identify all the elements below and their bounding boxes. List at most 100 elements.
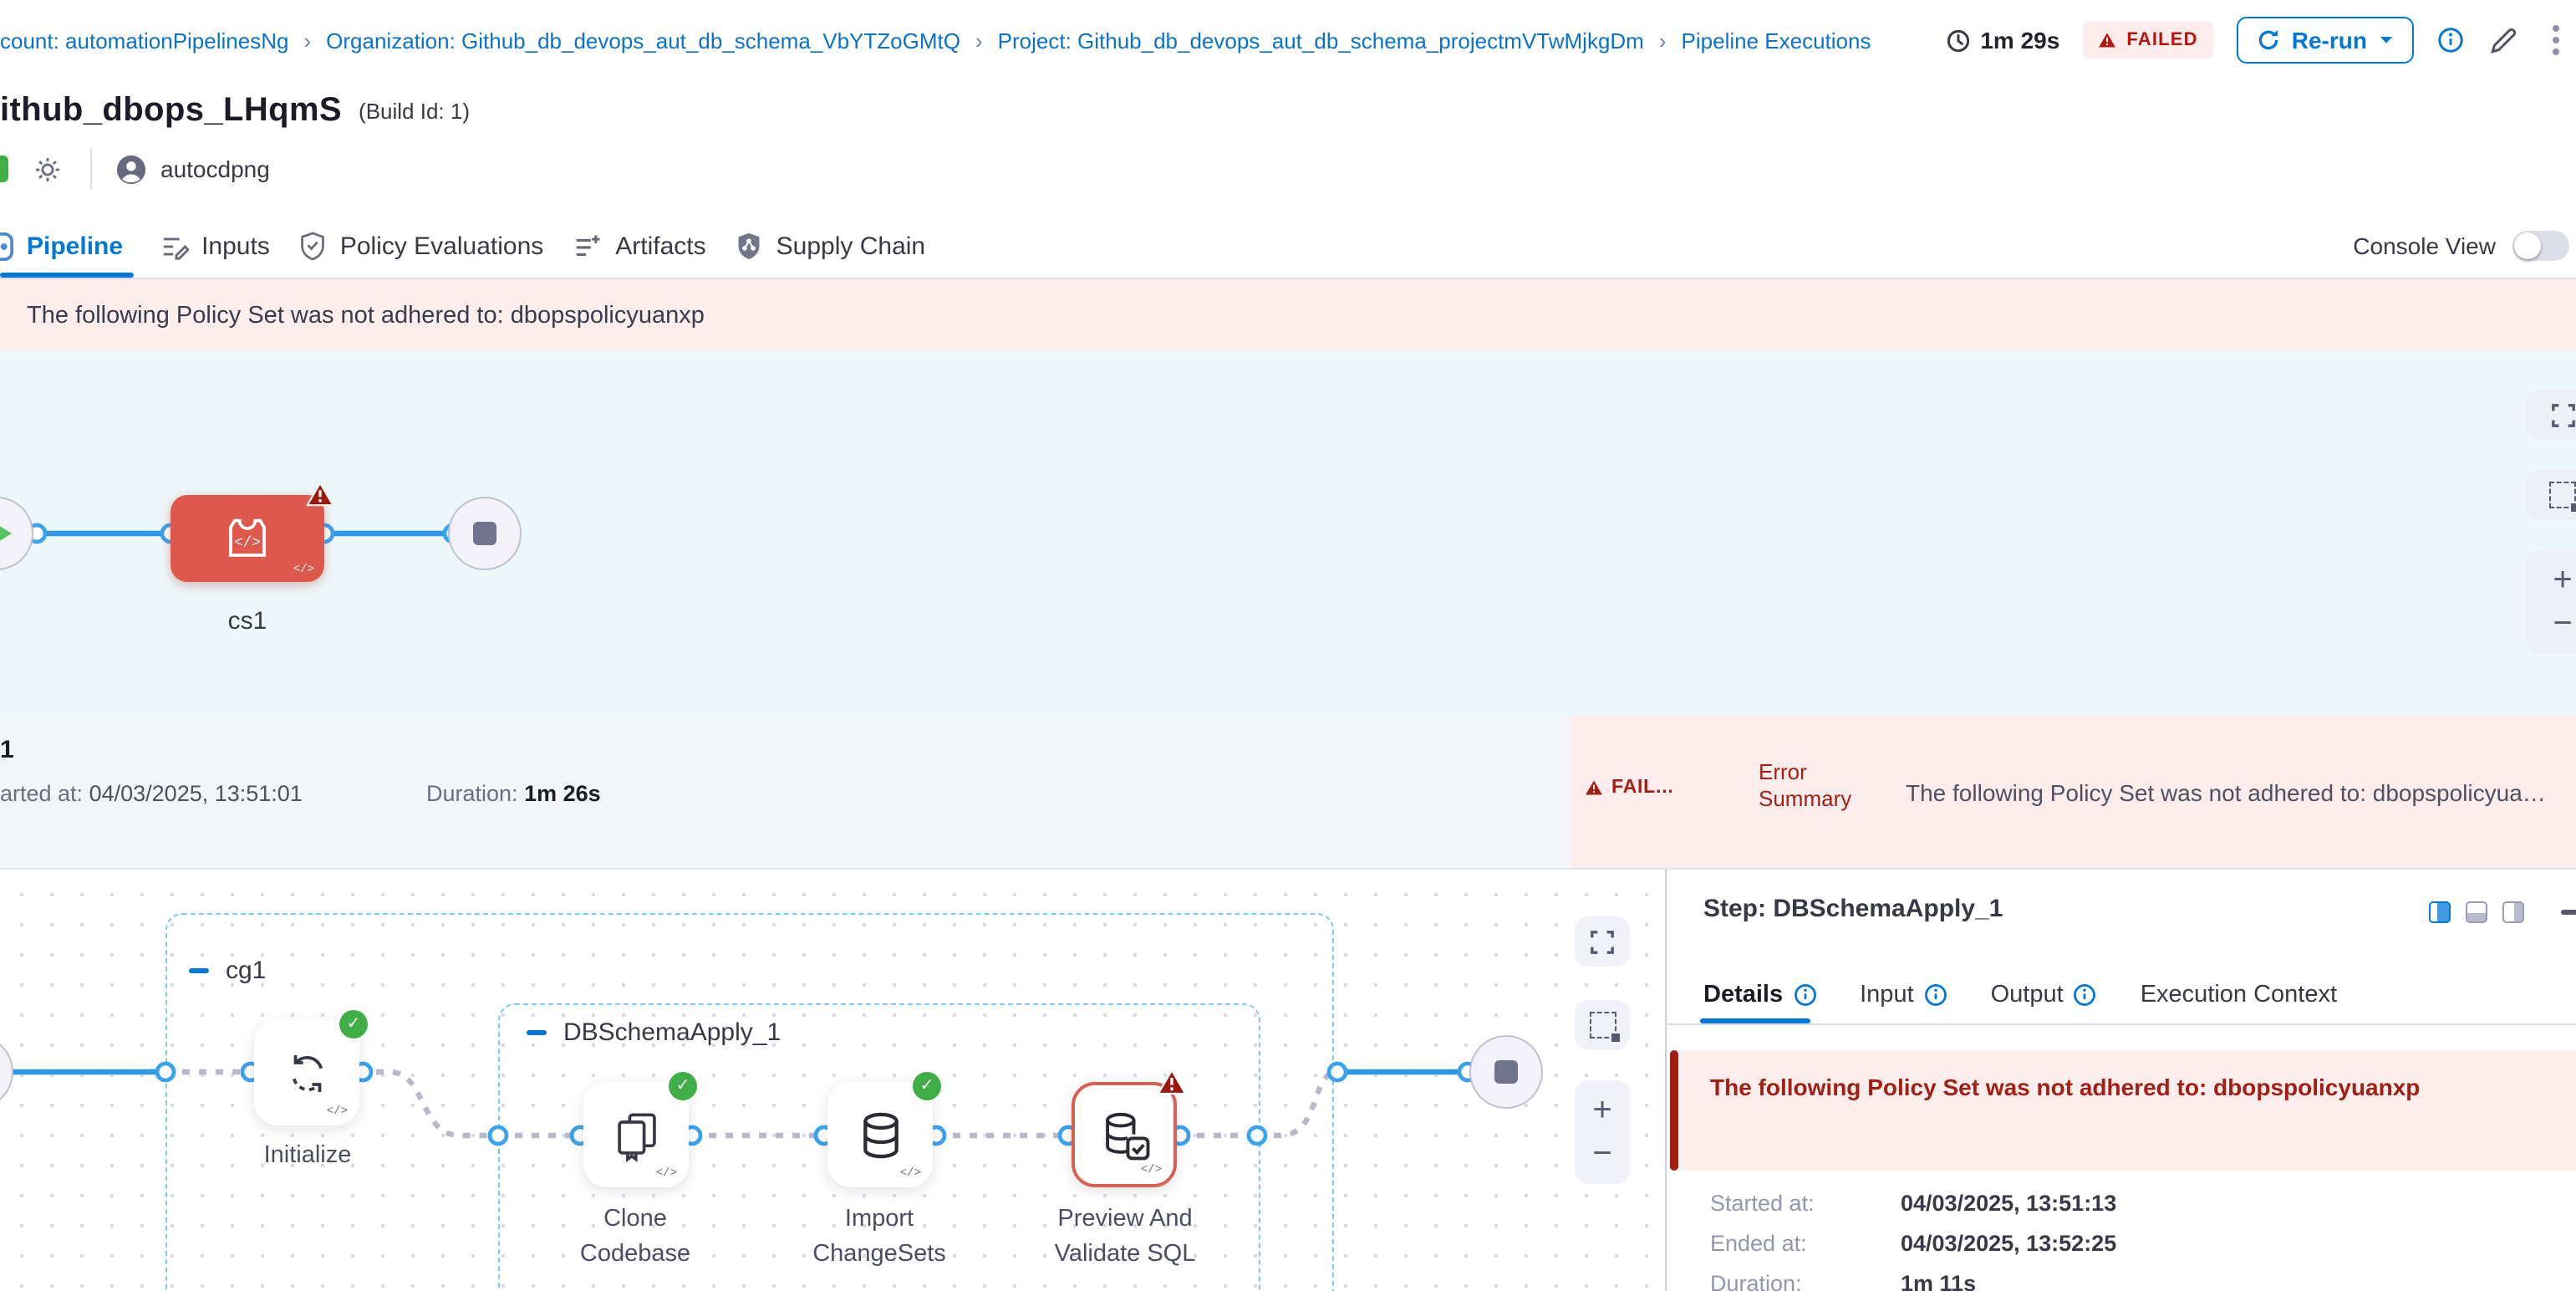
stage-node-cs1[interactable]: </> </> [171,495,324,582]
code-mark: </> [1141,1164,1162,1177]
branch-tag-cut [0,156,8,182]
tab-details-label: Details [1703,982,1783,1008]
status-badge: FAILED [2083,22,2212,59]
clock-icon [1945,28,1970,53]
svg-text:</>: </> [234,535,260,551]
breadcrumb-organization[interactable]: Organization: Github_db_devops_aut_db_sc… [326,28,960,53]
tab-input[interactable]: Input [1860,982,1947,1008]
chevron-down-icon [2379,35,2394,45]
tab-inputs[interactable]: Inputs [160,214,300,278]
build-id: (Build Id: 1) [359,98,470,123]
pipeline-meta-row: autocdpng [0,140,270,197]
refresh-icon [2257,28,2280,52]
divider [90,149,92,189]
stage-started-at: arted at: 04/03/2025, 13:51:01 [0,781,303,806]
tab-supply-chain[interactable]: Supply Chain [736,214,955,278]
marquee-icon [1589,1012,1616,1038]
fit-to-screen-button[interactable] [2526,390,2576,440]
tab-artifacts[interactable]: Artifacts [573,214,736,278]
step-node-import-changesets[interactable]: </> ✓ [827,1082,933,1187]
tab-input-label: Input [1860,982,1914,1008]
active-tab-underline [0,273,134,278]
database-check-icon [1096,1106,1153,1163]
stage-graph-canvas[interactable]: </> </> cs1 + − [0,351,2576,716]
success-check-icon: ✓ [669,1072,697,1100]
marquee-select-button[interactable] [1575,1000,1630,1050]
error-summary-message[interactable]: The following Policy Set was not adhered… [1906,779,2576,806]
info-icon[interactable] [2437,27,2464,54]
breadcrumb-project[interactable]: Project: Github_db_devops_aut_db_schema_… [998,28,1644,53]
console-view-toggle[interactable] [2512,231,2569,261]
code-mark: </> [293,564,314,577]
info-icon[interactable] [2074,983,2097,1007]
tab-policy-evaluations[interactable]: Policy Evaluations [300,214,573,278]
error-summary-label: Error Summary [1759,759,1866,813]
step-panel-tabs: Details Input Output Execution Context [1703,967,2576,1023]
execution-tabs-bar: Pipeline Inputs Policy Evaluations Artif… [0,214,2576,279]
clone-codebase-icon [609,1108,663,1161]
step-error-message: The following Policy Set was not adhered… [1710,1072,2556,1104]
stage-node-label: cs1 [171,607,324,635]
detail-row-ended: Ended at:04/03/2025, 13:52:25 [1710,1231,1807,1256]
step-node-clone-codebase[interactable]: </> ✓ [583,1082,689,1187]
rerun-button[interactable]: Re-run [2237,17,2414,64]
fail-badge: FAIL... [1585,778,1674,798]
step-label-initialize: Initialize [204,1139,411,1174]
trigger-username[interactable]: autocdpng [160,156,270,182]
policy-violation-banner: The following Policy Set was not adhered… [0,279,2576,351]
database-icon [853,1108,907,1161]
detail-row-duration: Duration:1m 11s [1710,1271,1802,1291]
zoom-controls[interactable]: + − [2526,550,2576,654]
zoom-in-button[interactable]: + [1592,1089,1611,1132]
step-label-import-changesets: ImportChangeSets [776,1202,983,1273]
tab-output[interactable]: Output [1991,982,2097,1008]
fail-badge-label: FAIL... [1611,778,1674,798]
layout-bottom-split-icon[interactable] [2466,901,2487,923]
breadcrumb-account[interactable]: count: automationPipelinesNg [0,28,288,53]
list-plus-icon [573,232,602,260]
marquee-icon [2549,482,2576,508]
layout-left-split-icon[interactable] [2429,901,2451,923]
fit-to-screen-button[interactable] [1575,916,1630,967]
divider [1667,1023,2576,1025]
code-mark: </> [327,1105,348,1119]
edit-pencil-icon[interactable] [2487,24,2519,56]
minimize-panel-icon[interactable] [2561,910,2576,914]
initialize-icon [282,1048,332,1098]
step-label-preview-validate-sql: Preview AndValidate SQL [1011,1202,1239,1273]
layout-right-split-icon[interactable] [2502,901,2524,923]
elapsed-value: 1m 29s [1980,27,2059,54]
tab-artifacts-label: Artifacts [615,232,705,260]
zoom-out-button[interactable]: − [2553,602,2572,646]
breadcrumb-pipeline-executions[interactable]: Pipeline Executions [1682,28,1871,53]
tab-supply-chain-label: Supply Chain [776,232,925,260]
zoom-controls[interactable]: + − [1575,1080,1630,1184]
success-check-icon: ✓ [339,1010,368,1038]
tab-pipeline[interactable]: Pipeline [0,214,160,278]
gear-icon[interactable] [32,153,64,185]
active-tab-underline [1700,1018,1810,1023]
zoom-out-button[interactable]: − [1592,1132,1611,1176]
info-icon[interactable] [1793,983,1816,1007]
marquee-select-button[interactable] [2526,470,2576,520]
exec-end-node [1469,1035,1543,1109]
console-view-label: Console View [2353,232,2496,259]
tab-inputs-label: Inputs [201,232,270,260]
shield-check-icon [300,231,327,261]
warning-triangle-icon [2098,32,2116,48]
tab-pipeline-label: Pipeline [27,232,123,260]
tab-execution-context[interactable]: Execution Context [2141,982,2337,1008]
info-icon[interactable] [1924,983,1947,1007]
chevron-right-icon: › [1659,28,1667,53]
more-options-kebab-icon[interactable] [2543,22,2569,59]
status-badge-label: FAILED [2126,30,2197,50]
chevron-right-icon: › [303,28,311,53]
execution-graph-canvas[interactable]: cg1 DBSchemaApply_1 [0,870,1665,1291]
step-node-initialize[interactable]: </> ✓ [254,1020,359,1125]
zoom-in-button[interactable]: + [2553,559,2572,602]
stop-icon [473,522,496,545]
failed-warning-icon [306,482,334,507]
step-node-preview-validate-sql[interactable]: </> [1072,1082,1177,1187]
tab-details[interactable]: Details [1703,982,1816,1008]
play-icon [0,520,11,547]
